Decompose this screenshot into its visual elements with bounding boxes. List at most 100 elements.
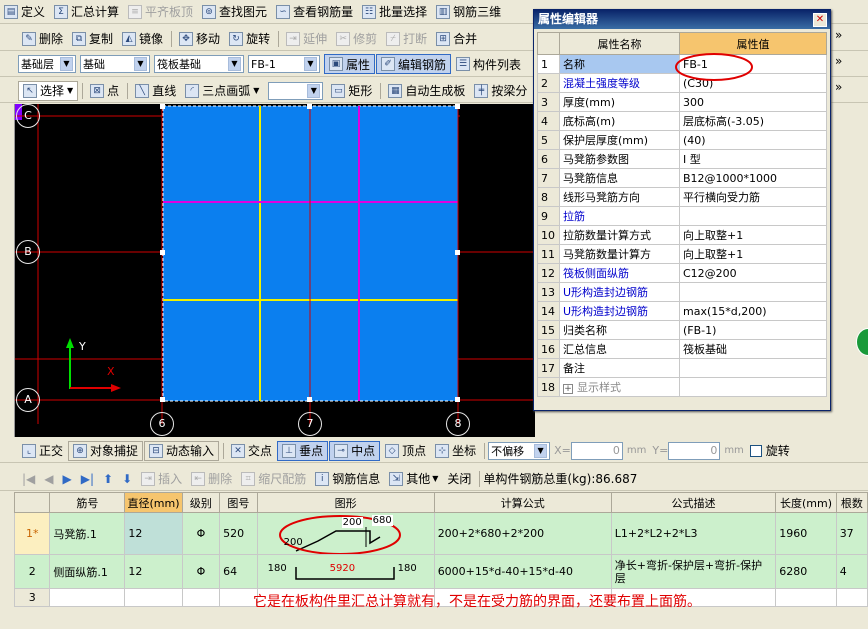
property-value[interactable]: (FB-1): [679, 320, 827, 340]
plan-view[interactable]: Y X: [15, 104, 535, 437]
move-up-button[interactable]: ⬆: [99, 469, 117, 489]
desc-cell[interactable]: 净长+弯折-保护层+弯折-保护层: [610, 554, 777, 589]
bar-name-cell[interactable]: 马凳筋.1: [49, 512, 126, 555]
perpendicular-button[interactable]: ⊥ 垂点: [277, 440, 329, 461]
property-value[interactable]: C12@200: [679, 263, 827, 283]
view-rebar-button[interactable]: ∽ 查看钢筋量: [272, 2, 357, 22]
formula-cell[interactable]: 6000+15*d-40+15*d-40: [433, 554, 612, 589]
property-row[interactable]: 3 厚度(mm) 300: [537, 92, 827, 112]
length-cell[interactable]: 6280: [775, 554, 837, 589]
floating-button[interactable]: [856, 328, 868, 356]
summary-calc-button[interactable]: Σ 汇总计算: [50, 2, 123, 22]
edit-rebar-button[interactable]: ✐ 编辑钢筋: [376, 54, 452, 74]
bar-name-cell[interactable]: 侧面纵筋.1: [49, 554, 126, 589]
extend-button[interactable]: ⇥ 延伸: [282, 29, 331, 49]
copy-button[interactable]: ⧉ 复制: [68, 29, 117, 49]
other-button[interactable]: ⇲ 其他 ▼: [385, 469, 442, 489]
rebar-info-button[interactable]: i 钢筋信息: [311, 469, 384, 489]
midpoint-button[interactable]: ⊸ 中点: [329, 440, 381, 461]
property-value[interactable]: 平行横向受力筋: [679, 187, 827, 207]
table-row[interactable]: 1* 马凳筋.1 12 Φ 520 200 200 680 200+2*680+…: [13, 512, 868, 555]
diameter-cell[interactable]: [124, 588, 183, 607]
property-row[interactable]: 8 线形马凳筋方向 平行横向受力筋: [537, 187, 827, 207]
offset-select[interactable]: 不偏移 ▼: [488, 441, 551, 460]
coordinate-button[interactable]: ⊹ 坐标: [431, 441, 480, 461]
break-button[interactable]: ⌿ 打断: [382, 29, 431, 49]
length-cell[interactable]: [775, 588, 837, 607]
toolbar-overflow-icon[interactable]: »: [835, 80, 842, 94]
property-value[interactable]: [679, 282, 827, 302]
grade-cell[interactable]: [181, 588, 221, 607]
rect-button[interactable]: ▭ 矩形: [327, 81, 376, 101]
property-row[interactable]: 15 归类名称 (FB-1): [537, 320, 827, 340]
arc-mode-select[interactable]: ▼: [268, 81, 324, 100]
property-row[interactable]: 14 U形构造封边钢筋 max(15*d,200): [537, 301, 827, 321]
close-panel-button[interactable]: 关闭: [443, 469, 475, 489]
toolbar-overflow-icon[interactable]: »: [835, 28, 842, 42]
property-value[interactable]: B12@1000*1000: [679, 168, 827, 188]
floor-select[interactable]: 基础层 ▼: [18, 55, 76, 73]
property-value[interactable]: 向上取整+1: [679, 244, 827, 264]
property-row[interactable]: 12 筏板侧面纵筋 C12@200: [537, 263, 827, 283]
property-value[interactable]: [679, 206, 827, 226]
first-button[interactable]: |◀: [18, 469, 39, 489]
property-row[interactable]: 17 备注: [537, 358, 827, 378]
scale-rebar-button[interactable]: ⌗ 缩尺配筋: [237, 469, 310, 489]
rebar-3d-button[interactable]: ▥ 钢筋三维: [432, 2, 505, 22]
property-value[interactable]: 300: [679, 92, 827, 112]
property-row[interactable]: 4 底标高(m) 层底标高(-3.05): [537, 111, 827, 131]
property-value[interactable]: 层底标高(-3.05): [679, 111, 827, 131]
next-button[interactable]: ▶: [59, 469, 76, 489]
arc-button[interactable]: ◜ 三点画弧 ▼: [181, 81, 263, 101]
property-row[interactable]: 18 + 显示样式: [537, 377, 827, 397]
subtype-select[interactable]: 筏板基础 ▼: [154, 55, 244, 73]
move-button[interactable]: ✥ 移动: [175, 29, 224, 49]
property-row[interactable]: 16 汇总信息 筏板基础: [537, 339, 827, 359]
property-row[interactable]: 7 马凳筋信息 B12@1000*1000: [537, 168, 827, 188]
move-down-button[interactable]: ⬇: [118, 469, 136, 489]
fig-no-cell[interactable]: 64: [219, 554, 258, 589]
category-select[interactable]: 基础 ▼: [80, 55, 150, 73]
property-row[interactable]: 13 U形构造封边钢筋: [537, 282, 827, 302]
close-icon[interactable]: ✕: [813, 12, 827, 27]
align-top-button[interactable]: ≡ 平齐板顶: [124, 2, 197, 22]
mirror-button[interactable]: ◭ 镜像: [118, 29, 167, 49]
bar-name-cell[interactable]: [49, 588, 126, 607]
fig-no-cell[interactable]: 520: [219, 512, 258, 555]
last-button[interactable]: ▶|: [77, 469, 98, 489]
intersection-button[interactable]: ✕ 交点: [227, 441, 276, 461]
length-cell[interactable]: 1960: [775, 512, 837, 555]
object-snap-button[interactable]: ⊕ 对象捕捉: [68, 440, 144, 461]
property-value[interactable]: (40): [679, 130, 827, 150]
diameter-cell[interactable]: 12: [124, 554, 183, 589]
property-value[interactable]: [679, 377, 827, 397]
expand-icon[interactable]: +: [563, 384, 573, 394]
delete-row-button[interactable]: ⇤ 删除: [187, 469, 236, 489]
rotate-checkbox[interactable]: [749, 444, 762, 457]
table-row[interactable]: 2 侧面纵筋.1 12 Φ 64 180 5920 180 6000+15*d-…: [13, 554, 868, 589]
grade-cell[interactable]: Φ: [181, 512, 221, 555]
by-beam-button[interactable]: ╪ 按梁分: [470, 81, 531, 101]
vertex-button[interactable]: ◇ 顶点: [381, 441, 430, 461]
property-row[interactable]: 9 拉筋: [537, 206, 827, 226]
merge-button[interactable]: ⊞ 合并: [432, 29, 481, 49]
shape-cell[interactable]: 200 200 680: [256, 512, 435, 555]
formula-cell[interactable]: 200+2*680+2*200: [433, 512, 612, 555]
desc-cell[interactable]: L1+2*L2+2*L3: [610, 512, 777, 555]
ortho-button[interactable]: ⌞ 正交: [18, 441, 67, 461]
toolbar-overflow-icon[interactable]: »: [835, 54, 842, 68]
rotate-button[interactable]: ↻ 旋转: [225, 29, 274, 49]
property-value[interactable]: max(15*d,200): [679, 301, 827, 321]
delete-button[interactable]: ✎ 删除: [18, 29, 67, 49]
prev-button[interactable]: ◀: [40, 469, 57, 489]
fig-no-cell[interactable]: [219, 588, 258, 607]
point-button[interactable]: ⊠ 点: [86, 81, 123, 101]
trim-button[interactable]: ✂ 修剪: [332, 29, 381, 49]
define-button[interactable]: ▤ 定义: [0, 2, 49, 22]
property-editor-titlebar[interactable]: 属性编辑器 ✕: [534, 10, 830, 29]
property-value[interactable]: 向上取整+1: [679, 225, 827, 245]
count-cell[interactable]: 37: [835, 512, 868, 555]
shape-cell[interactable]: 180 5920 180: [256, 554, 435, 589]
select-button[interactable]: ↖ 选择 ▼: [18, 80, 79, 101]
property-row[interactable]: 6 马凳筋参数图 I 型: [537, 149, 827, 169]
